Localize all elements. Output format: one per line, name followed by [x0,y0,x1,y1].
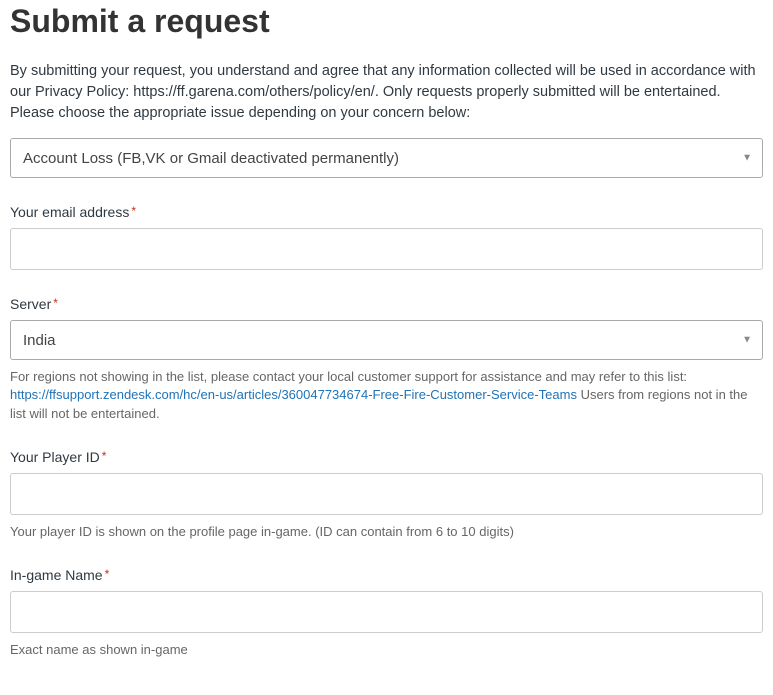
server-select[interactable]: India ▼ [10,320,763,360]
server-label-text: Server [10,296,51,312]
chevron-down-icon: ▼ [742,153,752,164]
required-mark: * [131,204,136,218]
in-game-name-help-text: Exact name as shown in-game [10,641,763,659]
email-field[interactable] [10,228,763,270]
server-label: Server* [10,296,763,312]
issue-type-group: Account Loss (FB,VK or Gmail deactivated… [10,138,763,178]
server-help-prefix: For regions not showing in the list, ple… [10,369,687,384]
server-group: Server* India ▼ For regions not showing … [10,296,763,423]
required-mark: * [105,567,110,581]
email-label: Your email address* [10,204,763,220]
required-mark: * [102,449,107,463]
player-id-field[interactable] [10,473,763,515]
page-title: Submit a request [10,0,763,43]
email-group: Your email address* [10,204,763,270]
required-mark: * [53,296,58,310]
player-id-label: Your Player ID* [10,449,763,465]
in-game-name-label: In-game Name* [10,567,763,583]
player-id-group: Your Player ID* Your player ID is shown … [10,449,763,541]
in-game-name-group: In-game Name* Exact name as shown in-gam… [10,567,763,659]
server-help-link[interactable]: https://ffsupport.zendesk.com/hc/en-us/a… [10,387,577,402]
in-game-name-field[interactable] [10,591,763,633]
in-game-name-label-text: In-game Name [10,567,103,583]
server-help-text: For regions not showing in the list, ple… [10,368,763,423]
issue-type-selected: Account Loss (FB,VK or Gmail deactivated… [23,150,399,167]
player-id-help-text: Your player ID is shown on the profile p… [10,523,763,541]
server-selected: India [23,332,56,349]
chevron-down-icon: ▼ [742,335,752,346]
player-id-label-text: Your Player ID [10,449,100,465]
email-label-text: Your email address [10,204,129,220]
intro-text: By submitting your request, you understa… [10,61,763,124]
issue-type-select[interactable]: Account Loss (FB,VK or Gmail deactivated… [10,138,763,178]
